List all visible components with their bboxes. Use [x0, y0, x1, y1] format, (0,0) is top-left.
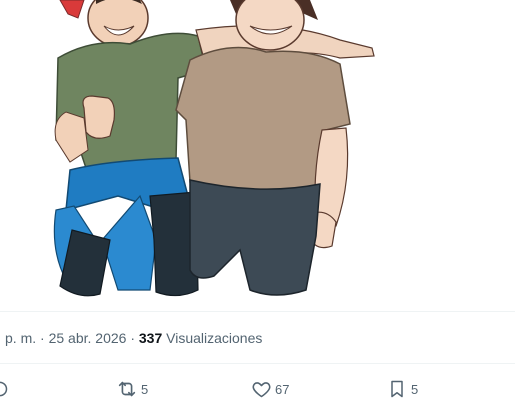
views-count: 337 — [138, 330, 163, 346]
post-metadata: p. m. · 25 abr. 2026 · 337 Visualizacion… — [5, 329, 262, 347]
like-count: 67 — [275, 381, 290, 397]
heart-icon — [250, 378, 272, 400]
meta-separator: · — [126, 330, 139, 346]
repost-count: 5 — [141, 381, 149, 397]
bookmark-count: 5 — [411, 381, 419, 397]
post-time[interactable]: p. m. — [5, 330, 36, 346]
post-image[interactable] — [0, 0, 515, 312]
repost-icon — [116, 378, 138, 400]
media-divider — [0, 311, 515, 312]
like-button[interactable]: 67 — [250, 372, 289, 406]
post-actions: 5 67 5 — [0, 372, 515, 406]
bookmark-button[interactable]: 5 — [386, 372, 418, 406]
reply-icon — [0, 378, 10, 400]
views-label: Visualizaciones — [166, 330, 263, 346]
repost-button[interactable]: 5 — [116, 372, 148, 406]
meta-divider — [0, 363, 515, 364]
bookmark-icon — [386, 378, 408, 400]
post-date[interactable]: 25 abr. 2026 — [49, 330, 127, 346]
meta-separator: · — [36, 330, 49, 346]
post-detail: p. m. · 25 abr. 2026 · 337 Visualizacion… — [0, 0, 515, 416]
reply-button[interactable] — [0, 372, 10, 406]
illustration-two-friends — [53, 0, 375, 297]
